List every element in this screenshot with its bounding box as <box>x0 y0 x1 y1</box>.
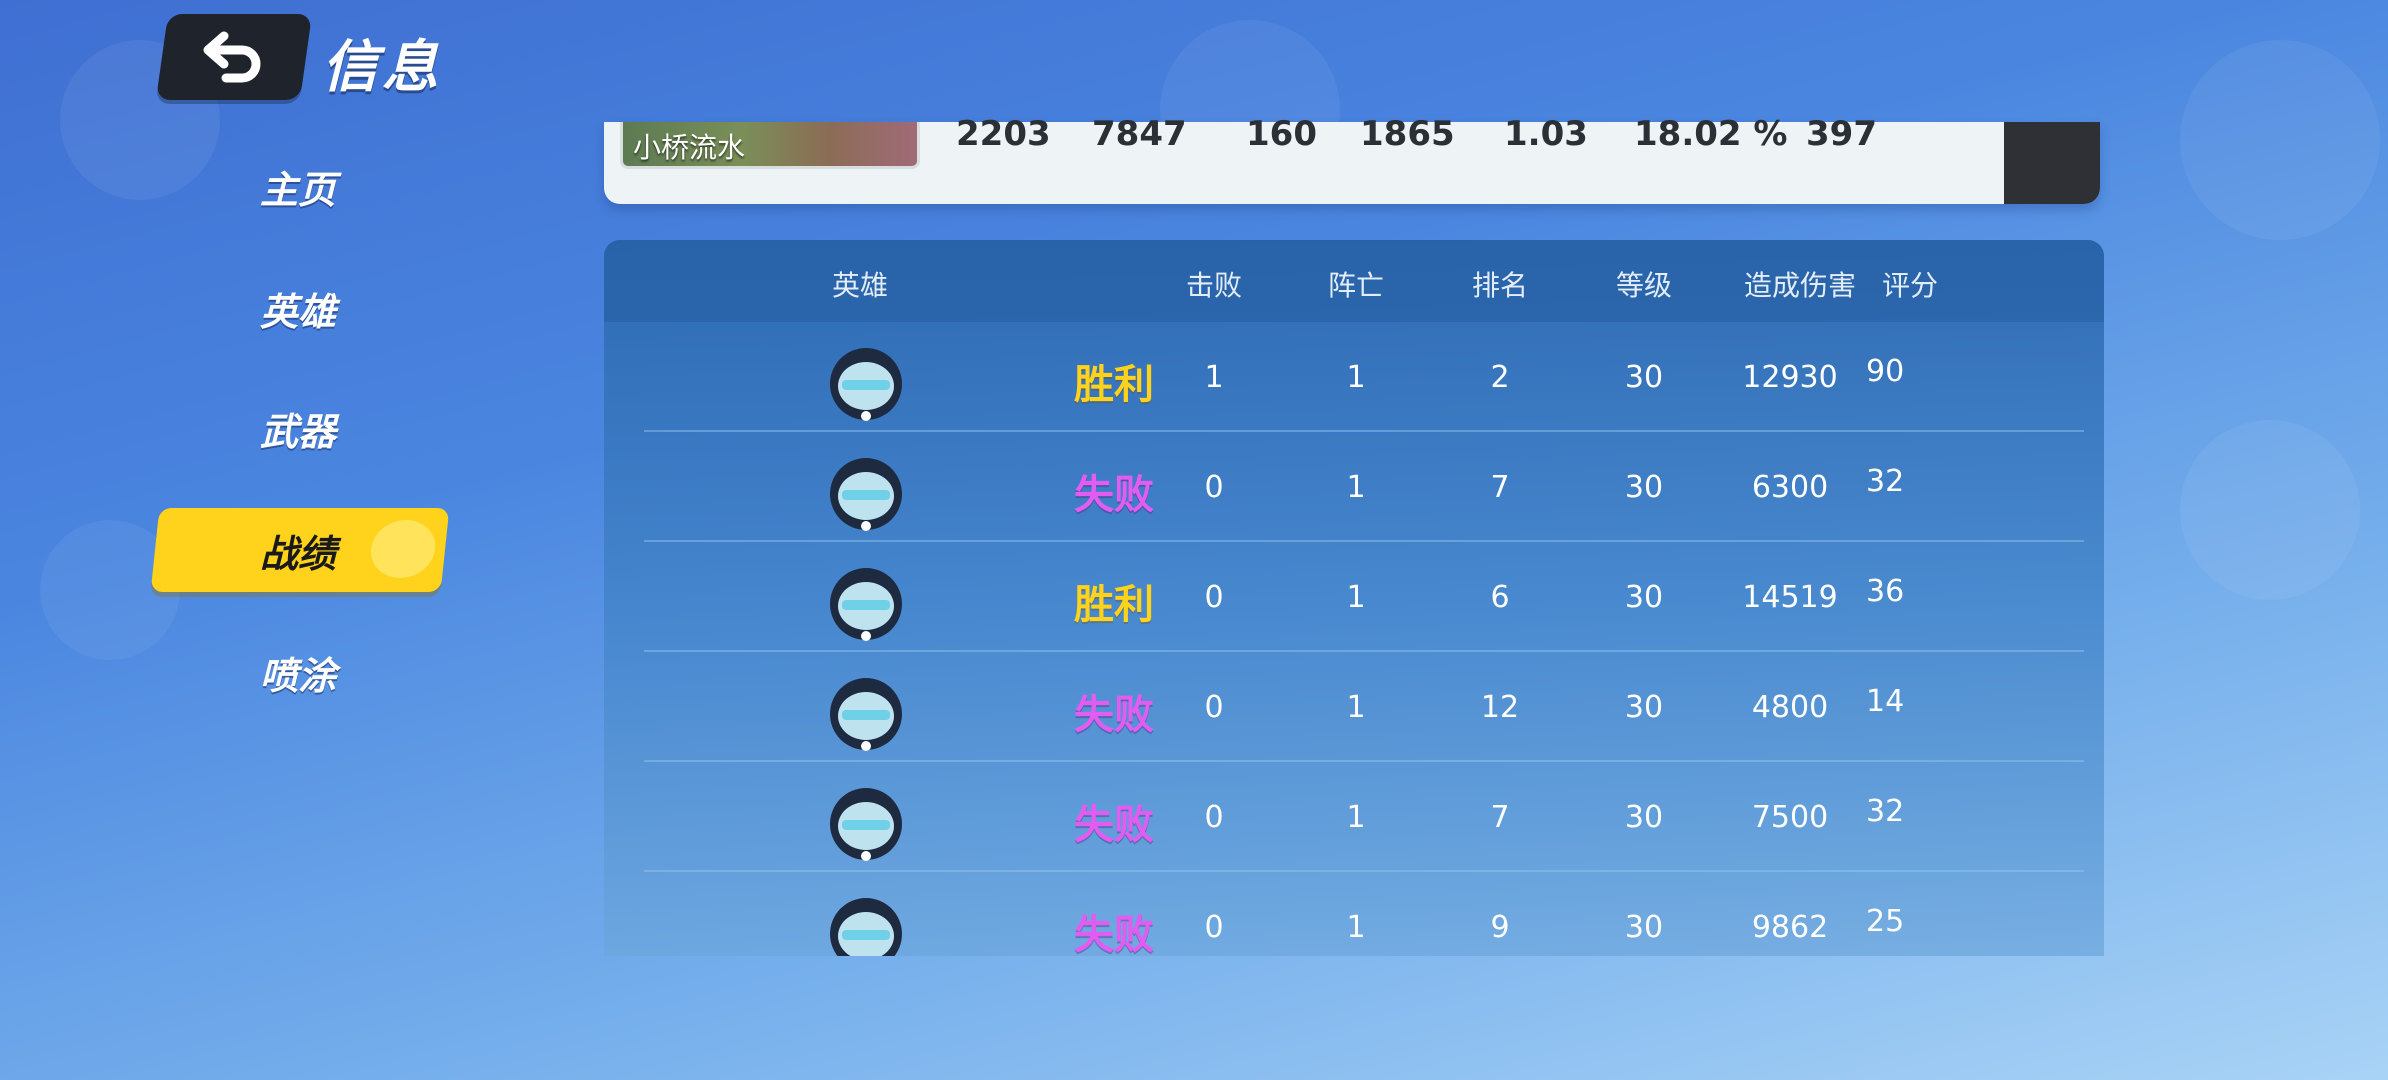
match-result: 胜利 <box>1074 362 1154 408</box>
hero-avatar-icon <box>830 898 902 956</box>
background-decoration <box>2180 40 2380 240</box>
cell-deaths: 1 <box>1346 360 1366 395</box>
cell-level: 30 <box>1624 470 1664 505</box>
cell-score: 14 <box>1866 684 1905 719</box>
page-title: 信息 <box>322 35 442 100</box>
map-name: 小桥流水 <box>633 131 746 164</box>
nav-item-label: 喷涂 <box>260 653 337 698</box>
cell-rank: 2 <box>1490 360 1510 395</box>
cell-level: 30 <box>1624 800 1664 835</box>
hero-avatar-icon <box>830 458 902 531</box>
column-header-damage: 造成伤害 <box>1743 269 1857 302</box>
column-header-kills: 击败 <box>1185 269 1243 302</box>
cell-damage: 12930 <box>1742 360 1838 395</box>
cell-rank: 12 <box>1480 690 1520 725</box>
cell-kills: 0 <box>1204 910 1224 945</box>
nav-item-label: 英雄 <box>260 289 337 334</box>
cell-level: 30 <box>1624 690 1664 725</box>
table-header: 英雄 击败 阵亡 排名 等级 造成伤害 评分 <box>604 240 2104 322</box>
match-records-table[interactable]: 英雄 击败 阵亡 排名 等级 造成伤害 评分 胜利 1 1 2 30 12930… <box>604 240 2104 956</box>
summary-stat: 160 <box>1246 114 1317 154</box>
nav-active-decoration <box>368 520 439 578</box>
summary-stat: 397 <box>1806 114 1877 154</box>
summary-stat: 1.03 <box>1504 114 1588 154</box>
table-row[interactable]: 失败 0 1 9 30 9862 25 <box>644 872 2084 956</box>
nav-item-label: 战绩 <box>260 531 337 576</box>
cell-deaths: 1 <box>1346 800 1366 835</box>
cell-rank: 6 <box>1490 580 1510 615</box>
cell-score: 32 <box>1866 464 1905 499</box>
match-result: 失败 <box>1074 912 1154 956</box>
cell-damage: 4800 <box>1751 690 1829 725</box>
cell-score: 32 <box>1866 794 1905 829</box>
cell-deaths: 1 <box>1346 580 1366 615</box>
cell-level: 30 <box>1624 360 1664 395</box>
match-result: 胜利 <box>1074 582 1154 628</box>
cell-score: 90 <box>1866 354 1905 389</box>
nav-item-label: 武器 <box>260 409 337 454</box>
back-button[interactable] <box>155 14 313 100</box>
cell-damage: 9862 <box>1751 910 1829 945</box>
cell-deaths: 1 <box>1346 470 1366 505</box>
summary-stat: 7847 <box>1092 114 1187 154</box>
hero-avatar-icon <box>830 788 902 861</box>
cell-rank: 7 <box>1490 470 1510 505</box>
column-header-score: 评分 <box>1882 269 1939 302</box>
card-stub <box>2004 122 2100 204</box>
table-row[interactable]: 失败 0 1 7 30 6300 32 <box>644 432 2084 542</box>
cell-damage: 7500 <box>1751 800 1829 835</box>
summary-stat: 1865 <box>1360 114 1455 154</box>
cell-damage: 6300 <box>1751 470 1829 505</box>
cell-kills: 1 <box>1204 360 1224 395</box>
nav-item-home[interactable]: 主页 <box>155 144 445 228</box>
back-arrow-icon <box>203 31 261 83</box>
match-result: 失败 <box>1074 802 1154 848</box>
table-row[interactable]: 失败 0 1 12 30 4800 14 <box>644 652 2084 762</box>
summary-card[interactable]: 小桥流水 2203 7847 160 1865 1.03 18.02 % 397 <box>604 114 2100 204</box>
cell-kills: 0 <box>1204 800 1224 835</box>
cell-rank: 7 <box>1490 800 1510 835</box>
cell-damage: 14519 <box>1742 580 1838 615</box>
table-row[interactable]: 胜利 1 1 2 30 12930 90 <box>644 322 2084 432</box>
cell-score: 36 <box>1866 574 1905 609</box>
column-header-level: 等级 <box>1615 269 1673 302</box>
match-result: 失败 <box>1074 692 1154 738</box>
map-thumbnail: 小桥流水 <box>620 122 920 169</box>
cell-kills: 0 <box>1204 690 1224 725</box>
cell-rank: 9 <box>1490 910 1510 945</box>
cell-kills: 0 <box>1204 470 1224 505</box>
cell-kills: 0 <box>1204 580 1224 615</box>
nav-item-heroes[interactable]: 英雄 <box>155 266 445 350</box>
cell-deaths: 1 <box>1346 910 1366 945</box>
summary-stat: 18.02 % <box>1634 114 1788 154</box>
cell-level: 30 <box>1624 580 1664 615</box>
hero-avatar-icon <box>830 678 902 751</box>
cell-deaths: 1 <box>1346 690 1366 725</box>
hero-avatar-icon <box>830 348 902 421</box>
nav-item-label: 主页 <box>260 167 337 212</box>
cell-score: 25 <box>1866 904 1905 939</box>
column-header-hero: 英雄 <box>831 269 889 302</box>
hero-avatar-icon <box>830 568 902 641</box>
table-row[interactable]: 失败 0 1 7 30 7500 32 <box>644 762 2084 872</box>
column-header-rank: 排名 <box>1471 269 1529 302</box>
nav-item-spray[interactable]: 喷涂 <box>155 630 445 714</box>
summary-stat: 2203 <box>956 114 1051 154</box>
nav-item-weapons[interactable]: 武器 <box>155 386 445 470</box>
cell-level: 30 <box>1624 910 1664 945</box>
column-header-deaths: 阵亡 <box>1327 269 1385 302</box>
table-row[interactable]: 胜利 0 1 6 30 14519 36 <box>644 542 2084 652</box>
background-decoration <box>2180 420 2360 600</box>
nav-item-records[interactable]: 战绩 <box>150 508 450 592</box>
match-result: 失败 <box>1074 472 1154 518</box>
